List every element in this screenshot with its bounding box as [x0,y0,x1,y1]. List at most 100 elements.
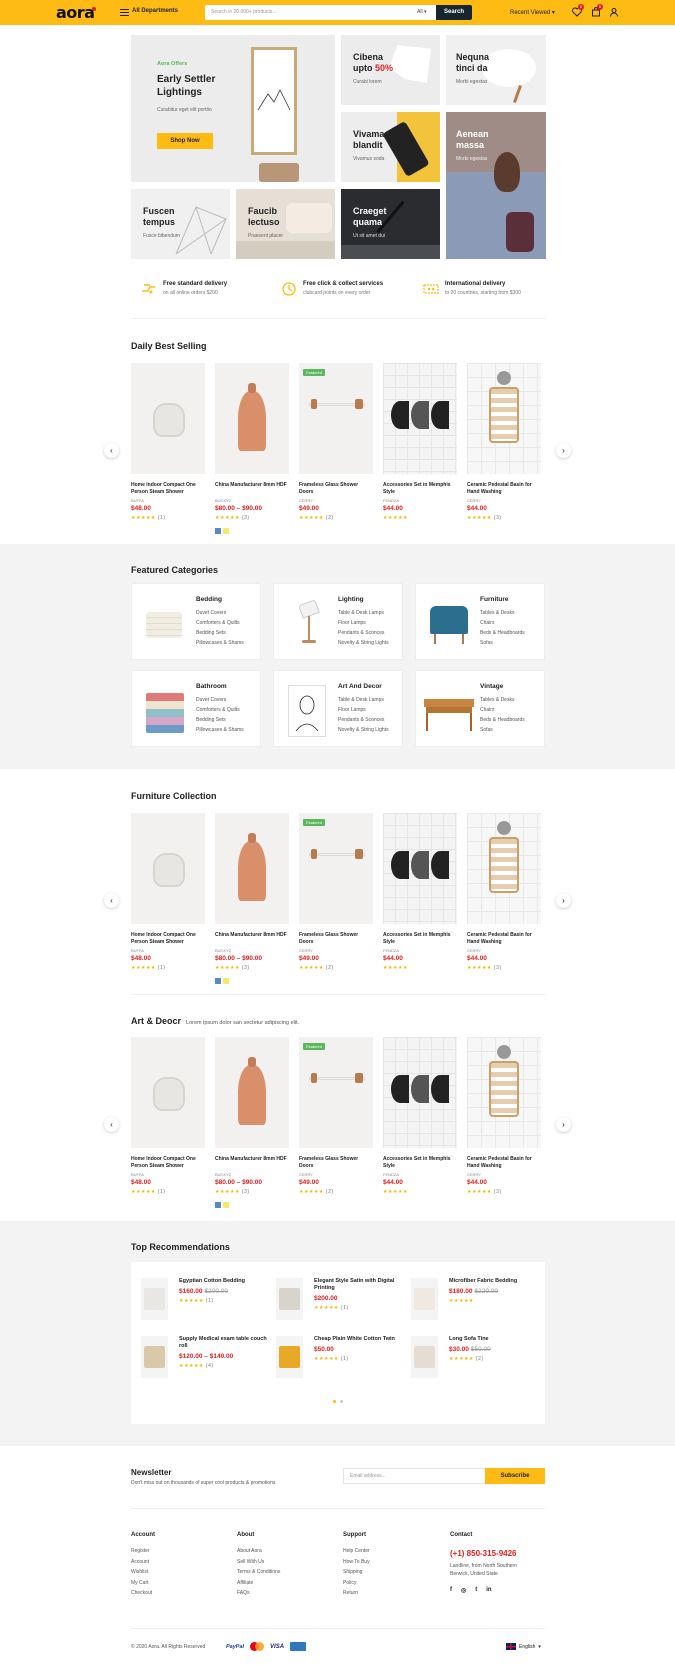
footer-link[interactable]: Wishlist [131,1567,155,1578]
language-selector[interactable]: English ▾ [506,1643,541,1650]
contact-phone[interactable]: (+1) 850-315-9426 [450,1549,517,1558]
search-input[interactable]: Search in 20.000+ products... [211,9,276,15]
product-card[interactable]: Home Indoor Compact One Person Steam Sho… [131,813,205,971]
footer-link[interactable]: Account [131,1557,155,1568]
category-link[interactable]: Tables & Desks [480,608,525,618]
product-card[interactable]: Featured Frameless Glass Shower Doors CERR… [299,1037,373,1195]
search-category-select[interactable]: All ▾ [417,9,426,15]
category-name[interactable]: Bedding [196,596,222,603]
product-image[interactable] [467,813,541,924]
recommendation-image[interactable] [141,1336,168,1378]
banner-faucib[interactable]: Faucib lectuso Praesent placer [236,189,335,259]
color-swatch[interactable] [215,528,221,534]
product-image[interactable] [215,813,289,924]
menu-icon[interactable] [120,9,129,10]
category-link[interactable]: Pillowcases & Shams [196,638,244,648]
facebook-icon[interactable]: f [450,1587,452,1594]
product-card[interactable]: Featured Frameless Glass Shower Doors CERR… [299,813,373,971]
category-link[interactable]: Chairs [480,618,525,628]
banner-aenean[interactable]: Aenean massa Morbi egestas [446,112,546,259]
color-swatch[interactable] [223,1202,229,1208]
color-swatch[interactable] [223,528,229,534]
category-link[interactable]: Pendants & Sconces [338,628,389,638]
product-card[interactable]: China Manufacturer 8mm HDF BUCKYZ $80.00 –… [215,813,289,989]
footer-link[interactable]: Sell With Us [237,1557,280,1568]
footer-link[interactable]: Shipping [343,1567,370,1578]
footer-link[interactable]: About Aora [237,1546,280,1557]
banner-craeget[interactable]: Craeget quama Ut sit amet dui [341,189,440,259]
footer-link[interactable]: Terms & Conditions [237,1567,280,1578]
category-name[interactable]: Lighting [338,596,364,603]
category-card[interactable]: Lighting Table & Desk Lamps Floor Lamps Pen… [273,583,403,660]
next-arrow[interactable]: › [556,1117,571,1132]
logo[interactable]: aora [56,3,95,22]
product-card[interactable]: China Manufacturer 8mm HDF BUCKYZ $80.00 –… [215,363,289,539]
product-image[interactable]: Featured [299,363,373,474]
footer-link[interactable]: FAQs [237,1588,280,1599]
product-image[interactable] [383,363,457,474]
category-link[interactable]: Floor Lamps [338,705,389,715]
recommendation-name[interactable]: Supply Medical exam table couch roll [179,1336,271,1350]
footer-link[interactable]: My Cart [131,1578,155,1589]
product-name[interactable]: China Manufacturer 8mm HDF [215,932,289,946]
product-name[interactable]: Frameless Glass Shower Doors [299,932,373,946]
prev-arrow[interactable]: ‹ [104,1117,119,1132]
footer-link[interactable]: Help Center [343,1546,370,1557]
product-name[interactable]: Home Indoor Compact One Person Steam Sho… [131,1156,205,1170]
category-name[interactable]: Bathroom [196,683,227,690]
footer-link[interactable]: How To Buy [343,1557,370,1568]
carousel-dot[interactable] [340,1400,343,1403]
recommendation-name[interactable]: Cheap Plain White Cotton Twin [314,1336,406,1343]
product-card[interactable]: Accessories Set in Memphis Style FENDZA $4… [383,1037,457,1195]
category-link[interactable]: Duvet Covers [196,695,244,705]
recommendation-image[interactable] [411,1278,438,1320]
category-link[interactable]: Sofas [480,638,525,648]
next-arrow[interactable]: › [556,443,571,458]
product-card[interactable]: Home Indoor Compact One Person Steam Sho… [131,363,205,521]
category-link[interactable]: Floor Lamps [338,618,389,628]
product-name[interactable]: China Manufacturer 8mm HDF [215,482,289,496]
all-departments-button[interactable]: All Departments [132,8,178,14]
prev-arrow[interactable]: ‹ [104,893,119,908]
product-card[interactable]: Home Indoor Compact One Person Steam Sho… [131,1037,205,1195]
footer-link[interactable]: Register [131,1546,155,1557]
category-card[interactable]: Bathroom Duvet Covers Comforters & Quilts B… [131,670,261,747]
recommendation-name[interactable]: Long Sofa Tine [449,1336,541,1343]
product-name[interactable]: Ceramic Pedestal Basin for Hand Washing [467,482,541,496]
category-name[interactable]: Art And Decor [338,683,382,690]
category-card[interactable]: Vintage Tables & Desks Chairs Beds & Headbo… [415,670,545,747]
product-image[interactable] [131,1037,205,1148]
product-image[interactable] [383,1037,457,1148]
banner-cibena[interactable]: Cibena upto 50% Curabi lorem [341,35,440,105]
product-name[interactable]: Ceramic Pedestal Basin for Hand Washing [467,932,541,946]
product-name[interactable]: Accessories Set in Memphis Style [383,482,457,496]
color-swatch[interactable] [223,978,229,984]
category-link[interactable]: Duvet Covers [196,608,244,618]
recommendation-image[interactable] [141,1278,168,1320]
product-image[interactable] [131,813,205,924]
category-link[interactable]: Tables & Desks [480,695,525,705]
category-link[interactable]: Comforters & Quilts [196,618,244,628]
banner-fuscen[interactable]: Fuscen tempus Fusce bibendum [131,189,230,259]
linkedin-icon[interactable]: in [486,1587,491,1594]
category-card[interactable]: Art And Decor Table & Desk Lamps Floor Lam… [273,670,403,747]
user-icon[interactable] [609,7,619,17]
product-name[interactable]: Home Indoor Compact One Person Steam Sho… [131,482,205,496]
category-link[interactable]: Pillowcases & Shams [196,725,244,735]
category-card[interactable]: Furniture Tables & Desks Chairs Beds & Head… [415,583,545,660]
next-arrow[interactable]: › [556,893,571,908]
product-card[interactable]: Ceramic Pedestal Basin for Hand Washing C… [467,363,541,521]
footer-link[interactable]: Affiliate [237,1578,280,1589]
product-name[interactable]: Accessories Set in Memphis Style [383,932,457,946]
category-link[interactable]: Bedding Sets [196,715,244,725]
category-link[interactable]: Beds & Headboards [480,715,525,725]
product-card[interactable]: China Manufacturer 8mm HDF BUCKYZ $80.00 –… [215,1037,289,1213]
recommendation-name[interactable]: Microfiber Fabric Bedding [449,1278,541,1285]
product-name[interactable]: China Manufacturer 8mm HDF [215,1156,289,1170]
category-link[interactable]: Bedding Sets [196,628,244,638]
recommendation-name[interactable]: Elegant Style Satin with Digital Printin… [314,1278,406,1292]
product-card[interactable]: Ceramic Pedestal Basin for Hand Washing C… [467,1037,541,1195]
product-card[interactable]: Featured Frameless Glass Shower Doors CERR… [299,363,373,521]
category-card[interactable]: Bedding Duvet Covers Comforters & Quilts Be… [131,583,261,660]
product-name[interactable]: Accessories Set in Memphis Style [383,1156,457,1170]
